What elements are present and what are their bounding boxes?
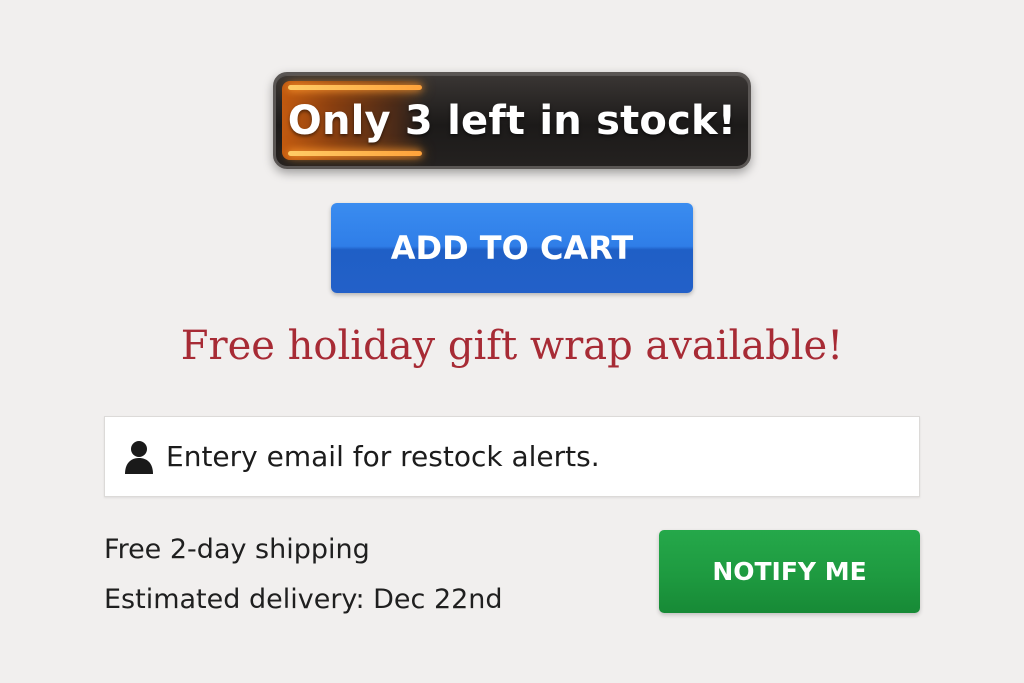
user-icon bbox=[122, 437, 156, 477]
delivery-estimate: Estimated delivery: Dec 22nd bbox=[104, 584, 503, 615]
add-to-cart-button[interactable]: ADD TO CART bbox=[331, 203, 693, 293]
low-stock-badge: Only 3 left in stock! bbox=[273, 72, 751, 169]
notify-me-button[interactable]: NOTIFY ME bbox=[659, 530, 920, 613]
restock-email-input[interactable] bbox=[166, 426, 866, 487]
shipping-info: Free 2-day shipping bbox=[104, 534, 370, 565]
gift-wrap-promo: Free holiday gift wrap available! bbox=[180, 323, 844, 369]
restock-email-field[interactable] bbox=[104, 416, 920, 497]
stock-message: Only 3 left in stock! bbox=[287, 97, 737, 144]
